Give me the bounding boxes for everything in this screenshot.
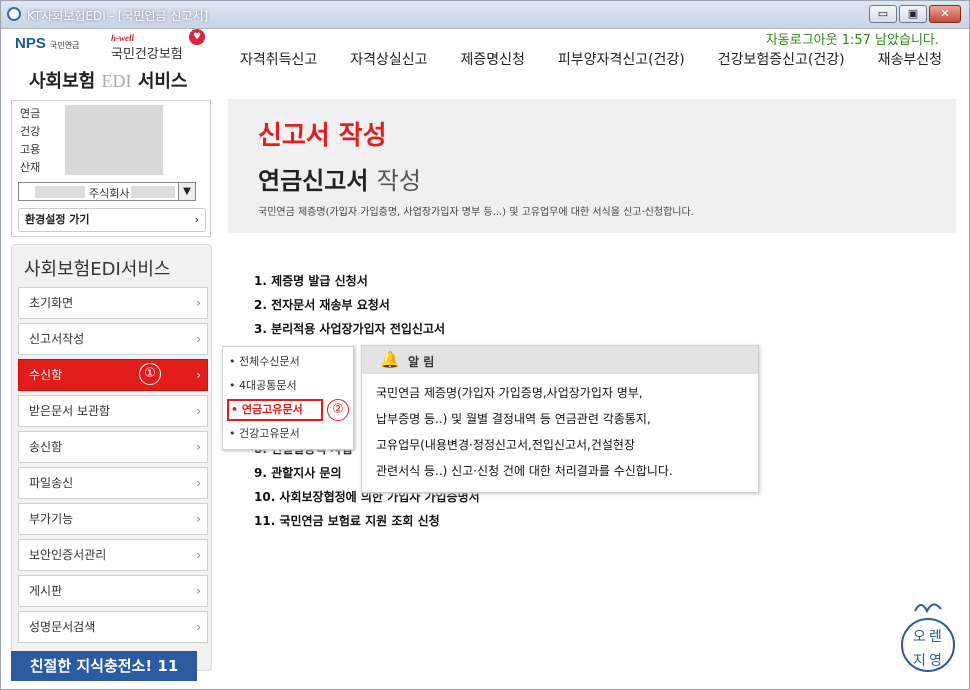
redacted-company-prefix — [35, 186, 85, 198]
chevron-down-icon[interactable]: ▼ — [178, 183, 195, 200]
user-row-industrial: 산재 — [20, 161, 41, 174]
submenu-health-docs[interactable]: • 건강고유문서 — [229, 423, 300, 445]
menu-outbox[interactable]: 송신함 › — [18, 431, 208, 463]
chevron-right-icon: › — [196, 440, 201, 454]
alert-body: 국민연금 제증명(가입자 가입증명,사업장가입자 명부, 납부증명 등..) 및… — [376, 380, 673, 484]
user-info-box: 연금 건강 고용 산재 주식회사 ▼ 환경설정 가기 › — [11, 100, 211, 237]
close-button[interactable]: ✕ — [929, 5, 961, 23]
alert-line: 국민연금 제증명(가입자 가입증명,사업장가입자 명부, — [376, 386, 643, 400]
submenu-common-docs[interactable]: • 4대공통문서 — [229, 375, 297, 397]
doc-item[interactable]: 11. 국민연금 보험료 지원 조회 신청 — [254, 511, 480, 535]
page-description: 국민연금 제증명(가입자 가입증명, 사업장가입자 명부 등...) 및 고유업… — [258, 207, 694, 218]
title-bar: KT사회보험EDI - [국민연금 신고서] ▭ ▣ ✕ — [1, 1, 969, 29]
redacted-company-suffix — [131, 186, 175, 198]
svg-text:렌: 렌 — [929, 629, 942, 645]
chevron-right-icon: › — [194, 213, 199, 226]
chevron-right-icon: › — [196, 548, 201, 562]
minimize-button[interactable]: ▭ — [869, 5, 897, 23]
nav-qualification-acquire[interactable]: 자격취득신고 — [240, 49, 317, 75]
nps-logo: NPS 국민연금 — [15, 35, 80, 52]
user-row-health: 건강 — [20, 125, 41, 138]
menu-inbox[interactable]: 수신함 ① › — [18, 359, 208, 391]
user-row-pension: 연금 — [20, 107, 41, 120]
page-title: 신고서 작성 — [258, 121, 387, 151]
doc-item[interactable]: 2. 전자문서 재송부 요청서 — [254, 295, 480, 319]
nav-dependent-report[interactable]: 피부양자격신고(건강) — [558, 49, 685, 75]
alert-header: 🔔 알 림 — [362, 346, 758, 374]
settings-button[interactable]: 환경설정 가기 › — [18, 208, 206, 232]
chevron-right-icon: › — [196, 512, 201, 526]
company-name: 주식회사 — [89, 187, 130, 200]
alert-tooltip: 🔔 알 림 국민연금 제증명(가입자 가입증명,사업장가입자 명부, 납부증명 … — [361, 345, 759, 493]
company-select[interactable]: 주식회사 ▼ — [18, 182, 196, 201]
top-navigation: 자격취득신고 자격상실신고 제증명신청 피부양자격신고(건강) 건강보험증신고(… — [226, 49, 956, 75]
alert-line: 고유업무(내용변경·정정신고서,전입신고서,건설현장 — [376, 438, 636, 452]
step-marker-2: ② — [327, 399, 349, 421]
nav-resend-request[interactable]: 재송부신청 — [878, 49, 942, 75]
auto-logout-timer: 자동로그아웃 1:57 남았습니다. — [765, 33, 939, 48]
menu-extra[interactable]: 부가기능 › — [18, 503, 208, 535]
submenu-pension-docs[interactable]: • 연금고유문서 — [227, 399, 323, 421]
page-subtitle: 연금신고서 작성 — [258, 167, 421, 195]
window-title: KT사회보험EDI - [국민연금 신고서] — [27, 9, 209, 23]
logo-area[interactable]: NPS 국민연금 h-well 국민건강보험 ♥ 사회보험 EDI 서비스 — [11, 29, 211, 99]
alert-line: 관련서식 등..) 신고·신청 건에 대한 처리결과를 수신합니다. — [376, 464, 673, 478]
maximize-button[interactable]: ▣ — [899, 5, 927, 23]
svg-text:지: 지 — [913, 653, 926, 669]
nhis-logo: 국민건강보험 — [111, 47, 183, 62]
app-icon — [7, 7, 21, 21]
app-window: KT사회보험EDI - [국민연금 신고서] ▭ ▣ ✕ NPS 국민연금 h-… — [0, 0, 970, 690]
bell-icon: 🔔 — [380, 350, 400, 369]
menu-doc-search[interactable]: 성명문서검색 › — [18, 611, 208, 643]
chevron-right-icon: › — [196, 404, 201, 418]
alert-title: 알 림 — [408, 355, 435, 369]
step-marker-1: ① — [139, 363, 161, 385]
svg-text:영: 영 — [929, 653, 942, 669]
svg-text:오: 오 — [913, 629, 926, 645]
inbox-submenu: • 전체수신문서 • 4대공통문서 • 연금고유문서 • 건강고유문서 — [222, 346, 354, 450]
nav-insurance-card[interactable]: 건강보험증신고(건강) — [718, 49, 845, 75]
doc-item[interactable]: 1. 제증명 발급 신청서 — [254, 271, 480, 295]
nav-qualification-loss[interactable]: 자격상실신고 — [350, 49, 427, 75]
hwell-logo: h-well — [111, 33, 135, 43]
menu-cert-manage[interactable]: 보안인증서관리 › — [18, 539, 208, 571]
submenu-all-docs[interactable]: • 전체수신문서 — [229, 351, 300, 373]
menu-board[interactable]: 게시판 › — [18, 575, 208, 607]
chevron-right-icon: › — [196, 584, 201, 598]
chevron-right-icon: › — [196, 620, 201, 634]
user-row-employment: 고용 — [20, 143, 41, 156]
alert-line: 납부증명 등..) 및 월별 결정내역 등 연금관련 각종통지, — [376, 412, 651, 426]
knowledge-banner: 친절한 지식충전소! 11 — [11, 651, 197, 681]
service-name: 사회보험 EDI 서비스 — [29, 71, 188, 92]
doc-item[interactable]: 3. 분리적용 사업장가입자 전입신고서 — [254, 319, 480, 343]
left-menu: 사회보험EDI서비스 초기화면 › 신고서작성 › 수신함 ① › 받은문서 보관함 › … — [11, 244, 212, 671]
menu-home[interactable]: 초기화면 › — [18, 287, 208, 319]
heart-icon: ♥ — [189, 29, 205, 45]
nav-certificate-request[interactable]: 제증명신청 — [461, 49, 525, 75]
chevron-right-icon: › — [196, 296, 201, 310]
left-menu-title: 사회보험EDI서비스 — [24, 259, 171, 280]
chevron-right-icon: › — [196, 368, 201, 382]
chevron-right-icon: › — [196, 476, 201, 490]
hero-panel: 신고서 작성 연금신고서 작성 국민연금 제증명(가입자 가입증명, 사업장가입… — [228, 99, 956, 233]
chevron-right-icon: › — [196, 332, 201, 346]
redacted-info — [65, 105, 163, 175]
menu-report-write[interactable]: 신고서작성 › — [18, 323, 208, 355]
menu-file-send[interactable]: 파일송신 › — [18, 467, 208, 499]
menu-archive[interactable]: 받은문서 보관함 › — [18, 395, 208, 427]
watermark-logo: 오 렌 지 영 — [897, 597, 959, 681]
